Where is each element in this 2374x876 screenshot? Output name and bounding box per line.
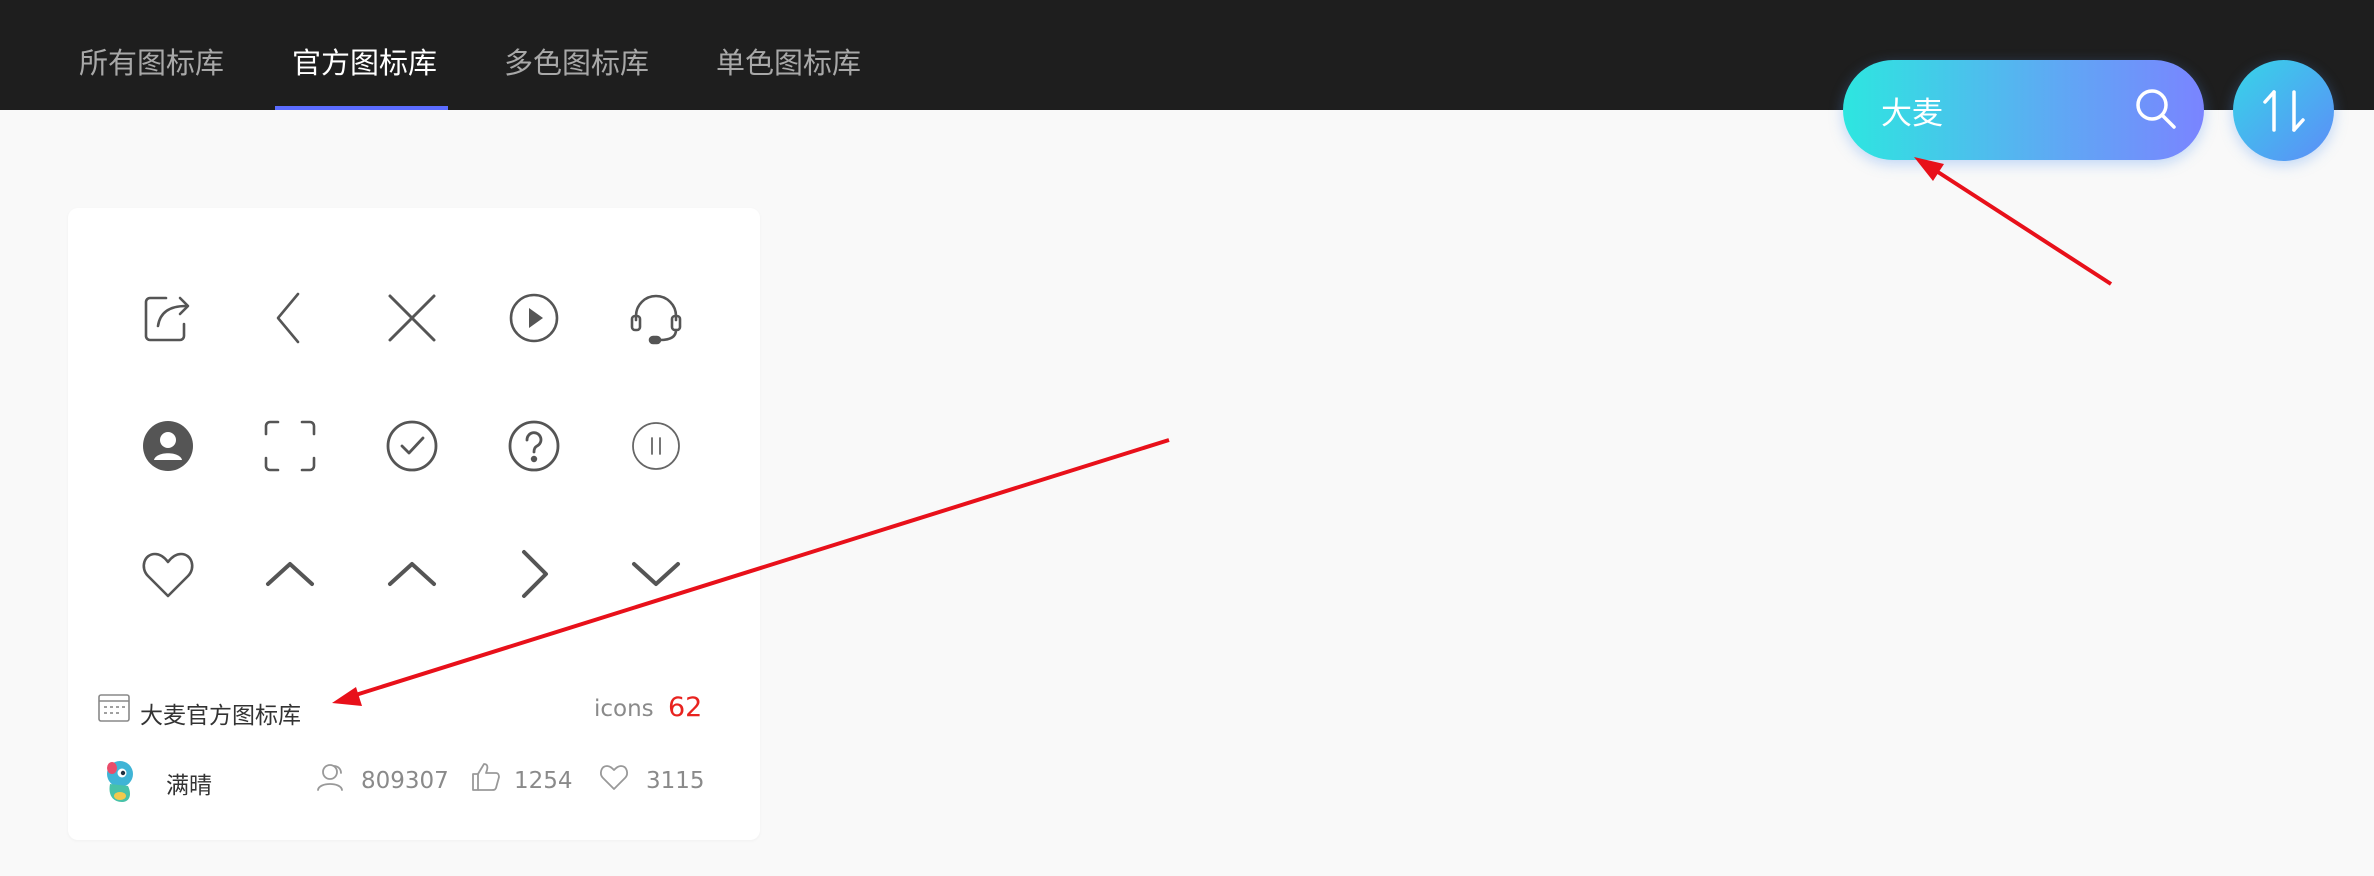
share-icon[interactable] [138, 288, 198, 348]
chevron-up-icon[interactable] [260, 544, 320, 604]
close-icon[interactable] [382, 288, 442, 348]
question-circle-icon[interactable] [504, 416, 564, 476]
user-icon [314, 761, 346, 793]
tab-official-libraries[interactable]: 官方图标库 [292, 40, 437, 80]
icon-library-card[interactable]: 大麦官方图标库 icons 62 满晴 809307 1254 3115 [68, 208, 760, 840]
heart-outline-icon[interactable] [598, 761, 630, 793]
search-input[interactable] [1881, 88, 2121, 132]
library-name[interactable]: 大麦官方图标库 [140, 696, 301, 730]
sort-icon [2263, 90, 2305, 132]
favorites-count: 3115 [646, 768, 705, 794]
annotation-arrow-search [1914, 157, 2113, 286]
thumbs-up-icon[interactable] [470, 761, 502, 793]
check-circle-icon[interactable] [382, 416, 442, 476]
headset-icon[interactable] [626, 288, 686, 348]
sort-button[interactable] [2233, 60, 2334, 161]
pause-circle-icon[interactable] [626, 416, 686, 476]
chevron-left-icon[interactable] [260, 288, 320, 348]
chevron-up-icon[interactable] [382, 544, 442, 604]
icons-count: 62 [668, 692, 703, 723]
play-circle-icon[interactable] [504, 288, 564, 348]
likes-count: 1254 [514, 768, 573, 794]
icons-count-label: icons [594, 696, 654, 722]
tab-multicolor-libraries[interactable]: 多色图标库 [504, 40, 649, 80]
chevron-down-icon[interactable] [626, 544, 686, 604]
author-name[interactable]: 满晴 [166, 766, 212, 800]
tab-monochrome-libraries[interactable]: 单色图标库 [716, 40, 861, 80]
search-box [1843, 60, 2204, 160]
users-count: 809307 [361, 768, 449, 794]
scan-frame-icon[interactable] [260, 416, 320, 476]
search-icon[interactable] [2133, 86, 2179, 132]
library-icon [98, 694, 130, 722]
tab-all-libraries[interactable]: 所有图标库 [79, 40, 224, 80]
chevron-right-icon[interactable] [504, 544, 564, 604]
author-avatar[interactable] [98, 758, 142, 804]
user-circle-icon[interactable] [138, 416, 198, 476]
active-tab-indicator [275, 106, 448, 110]
heart-icon[interactable] [138, 544, 198, 604]
